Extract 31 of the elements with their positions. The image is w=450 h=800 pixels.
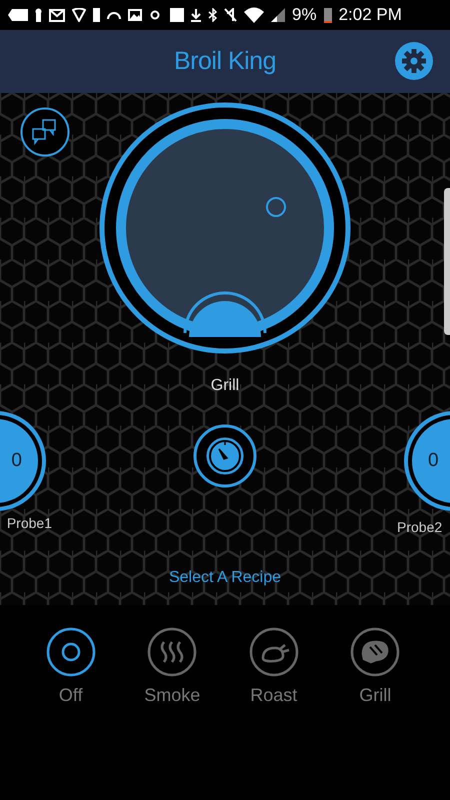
- probe-label: Probe2: [397, 519, 442, 535]
- temperature-dial[interactable]: [99, 102, 351, 354]
- mode-button[interactable]: Roast: [228, 627, 319, 706]
- select-recipe-link[interactable]: Select A Recipe: [155, 569, 295, 587]
- mode-button[interactable]: Grill: [330, 627, 420, 706]
- app-title: Broil King: [174, 47, 276, 76]
- dial-label: Grill: [210, 377, 240, 395]
- settings-icon[interactable]: [395, 42, 433, 80]
- mail-icon: [49, 8, 65, 22]
- keyhole-icon: [35, 8, 42, 22]
- mute-icon: [224, 8, 237, 22]
- ring-icon: [46, 627, 96, 677]
- clock-time: 2:02 PM: [338, 5, 402, 25]
- signal-icon: [271, 8, 285, 22]
- battery-icon: [324, 7, 332, 23]
- bluetooth-icon: [208, 8, 217, 22]
- steam-icon: [147, 627, 198, 677]
- probe-label: Probe1: [6, 515, 52, 531]
- square-icon: [170, 8, 184, 22]
- chicken-icon: [248, 627, 299, 677]
- download-icon: [191, 8, 201, 22]
- mode-button[interactable]: Off: [26, 627, 116, 706]
- side-panel-handle[interactable]: [444, 188, 450, 335]
- wifi-icon: [244, 7, 264, 23]
- tag-icon: [8, 8, 28, 22]
- timer-icon[interactable]: [193, 424, 257, 488]
- battery-percent: 9%: [292, 5, 317, 25]
- q-and-a-icon[interactable]: [20, 107, 70, 157]
- mode-button[interactable]: Smoke: [127, 627, 218, 706]
- image-icon: [128, 9, 142, 21]
- steak-icon: [350, 627, 400, 677]
